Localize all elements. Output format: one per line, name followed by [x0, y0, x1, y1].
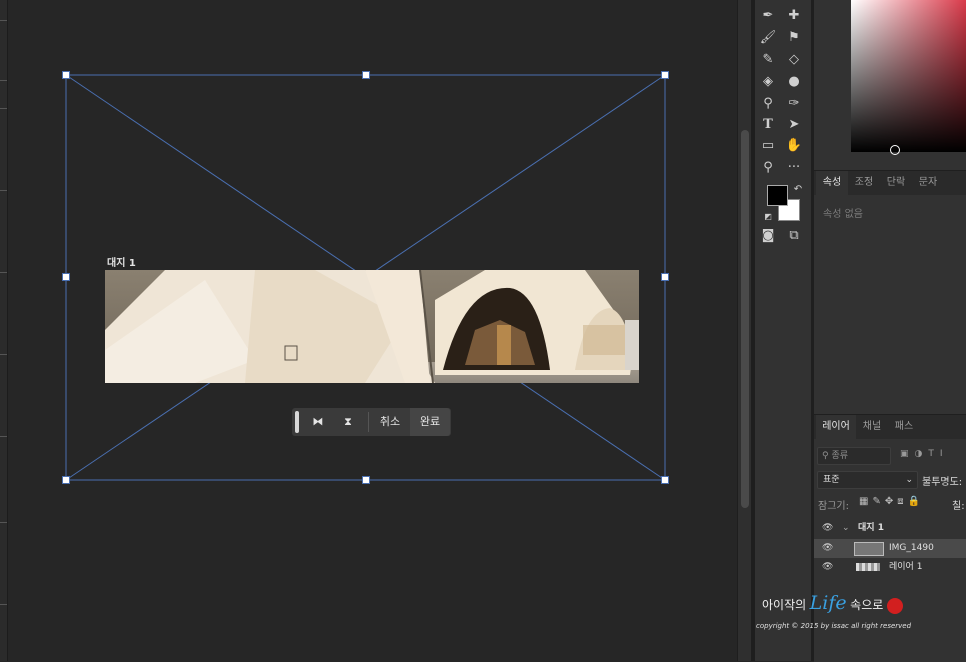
- filter-shape-icon[interactable]: I: [940, 449, 949, 459]
- dodge-icon[interactable]: ⚲: [757, 94, 779, 114]
- chevron-down-icon: ⌄: [905, 475, 913, 485]
- tab-channels[interactable]: 채널: [856, 415, 888, 439]
- lock-label: 잠그기:: [818, 501, 849, 512]
- filter-adjustment-icon[interactable]: ◑: [915, 449, 929, 459]
- watermark-seal-icon: [886, 598, 903, 614]
- watermark-line1: 아이작의 Life 속으로: [762, 592, 903, 614]
- transform-handle-top-left[interactable]: [62, 71, 70, 79]
- watermark-suffix: 속으로: [850, 598, 884, 612]
- transform-handle-bottom-right[interactable]: [661, 476, 669, 484]
- filter-pixel-icon[interactable]: ▣: [900, 449, 915, 459]
- color-picker-cursor[interactable]: [890, 145, 900, 155]
- stamp-icon[interactable]: ⚑: [783, 28, 805, 48]
- screen-mode-icon[interactable]: ⧉: [783, 226, 805, 246]
- properties-tab-bar: 속성 조정 단락 문자: [814, 171, 966, 195]
- lock-artboard-icon[interactable]: ⧈: [897, 496, 907, 507]
- artboard-label[interactable]: 대지 1: [107, 254, 136, 269]
- tab-layers[interactable]: 레이어: [816, 415, 856, 439]
- visibility-eye-icon[interactable]: 👁: [822, 558, 833, 577]
- blend-mode-value: 표준: [823, 475, 840, 485]
- pen-icon[interactable]: ✑: [783, 94, 805, 114]
- commit-transform-button[interactable]: 완료: [410, 408, 450, 436]
- lock-position-icon[interactable]: ✥: [885, 496, 897, 507]
- transform-handle-bottom[interactable]: [362, 476, 370, 484]
- history-brush-icon[interactable]: ✎: [757, 50, 779, 70]
- properties-panel: 속성 조정 단락 문자 속성 없음: [814, 170, 966, 414]
- layers-tab-bar: 레이어 채널 패스: [814, 415, 966, 439]
- layer-filter-icons: ▣◑TI: [900, 449, 949, 459]
- artboard-photo[interactable]: [105, 270, 639, 383]
- no-properties-label: 속성 없음: [823, 209, 863, 220]
- tab-adjustments[interactable]: 조정: [848, 171, 880, 195]
- scrollbar-thumb[interactable]: [741, 130, 749, 508]
- bar-divider: [368, 412, 369, 432]
- quick-mask-icon[interactable]: ◙: [757, 226, 779, 246]
- color-field[interactable]: [851, 0, 966, 152]
- watermark-script: Life: [809, 592, 847, 614]
- flip-horizontal-button[interactable]: ⧓: [304, 408, 332, 436]
- eraser-icon[interactable]: ◇: [783, 50, 805, 70]
- foreground-color-swatch[interactable]: [767, 185, 788, 206]
- layer-name: IMG_1490: [889, 543, 934, 553]
- transform-context-bar: ⧓ ⧗ 취소 완료: [292, 408, 451, 436]
- layer-name: 레이어 1: [889, 562, 923, 572]
- expand-chevron-icon[interactable]: ⌄: [842, 519, 850, 538]
- transparent-thumbnail-icon: [856, 563, 880, 571]
- visibility-eye-icon[interactable]: 👁: [822, 519, 833, 538]
- tab-properties[interactable]: 속성: [816, 171, 848, 195]
- transform-handle-left[interactable]: [62, 273, 70, 281]
- eyedropper-icon[interactable]: ✒: [757, 6, 779, 26]
- canvas-vertical-scrollbar[interactable]: [737, 0, 752, 661]
- search-icon: ⚲: [822, 451, 829, 461]
- brush-icon[interactable]: 🖌: [757, 28, 779, 48]
- lock-pixels-icon[interactable]: ✎: [872, 496, 884, 507]
- opacity-label: 불투명도:: [922, 477, 963, 488]
- document-canvas[interactable]: 대지 1 ⧓ ⧗ 취소 완료: [0, 0, 737, 661]
- blend-mode-select[interactable]: 표준 ⌄: [817, 471, 918, 489]
- lock-icons: ▦✎✥⧈🔒: [859, 496, 924, 507]
- tools-panel: ✒ ✚ 🖌 ⚑ ✎ ◇ ◈ ● ⚲ ✑ T ➤ ▭ ✋ ⚲ ··· ↶ ◩ ◙ …: [755, 0, 811, 661]
- more-icon[interactable]: ···: [783, 158, 805, 178]
- hand-icon[interactable]: ✋: [783, 136, 805, 156]
- default-colors-icon[interactable]: ◩: [757, 207, 779, 227]
- transform-handle-top-right[interactable]: [661, 71, 669, 79]
- bar-grip[interactable]: [295, 411, 299, 433]
- tab-paragraph[interactable]: 단락: [880, 171, 912, 195]
- blur-icon[interactable]: ●: [783, 72, 805, 92]
- transform-handle-top[interactable]: [362, 71, 370, 79]
- filter-kind-label: 종류: [831, 451, 849, 461]
- blog-watermark: 아이작의 Life 속으로 copyright © 2015 by issac …: [756, 588, 956, 638]
- watermark-prefix: 아이작의: [762, 598, 807, 612]
- cancel-transform-button[interactable]: 취소: [372, 408, 408, 436]
- path-select-icon[interactable]: ➤: [783, 115, 805, 135]
- paint-bucket-icon[interactable]: ◈: [757, 72, 779, 92]
- tab-paths[interactable]: 패스: [888, 415, 920, 439]
- layer-row-img[interactable]: 👁 IMG_1490: [814, 539, 966, 558]
- flip-vertical-button[interactable]: ⧗: [334, 408, 362, 436]
- transform-handle-bottom-left[interactable]: [62, 476, 70, 484]
- filter-type-icon[interactable]: T: [928, 449, 940, 459]
- type-icon[interactable]: T: [757, 115, 779, 135]
- zoom-icon[interactable]: ⚲: [757, 158, 779, 178]
- healing-brush-icon[interactable]: ✚: [783, 6, 805, 26]
- tab-character[interactable]: 문자: [912, 171, 944, 195]
- visibility-eye-icon[interactable]: 👁: [822, 539, 833, 558]
- transform-handle-right[interactable]: [661, 273, 669, 281]
- smart-object-thumbnail-icon: [854, 542, 884, 556]
- layer-filter-dropdown[interactable]: ⚲ 종류: [817, 447, 891, 465]
- fill-label: 칠:: [952, 501, 965, 512]
- lock-all-icon[interactable]: 🔒: [908, 496, 924, 507]
- layer-row-artboard[interactable]: 👁 ⌄ 대지 1: [814, 519, 966, 538]
- watermark-copyright: copyright © 2015 by issac all right rese…: [756, 622, 912, 630]
- layer-row-layer1[interactable]: 👁 레이어 1: [814, 558, 966, 577]
- swap-colors-icon[interactable]: ↶: [787, 180, 809, 200]
- lock-transparent-icon[interactable]: ▦: [859, 496, 872, 507]
- flip-vertical-icon: ⧗: [344, 415, 352, 428]
- layer-name: 대지 1: [858, 523, 884, 533]
- rectangle-icon[interactable]: ▭: [757, 136, 779, 156]
- flip-horizontal-icon: ⧓: [312, 415, 324, 428]
